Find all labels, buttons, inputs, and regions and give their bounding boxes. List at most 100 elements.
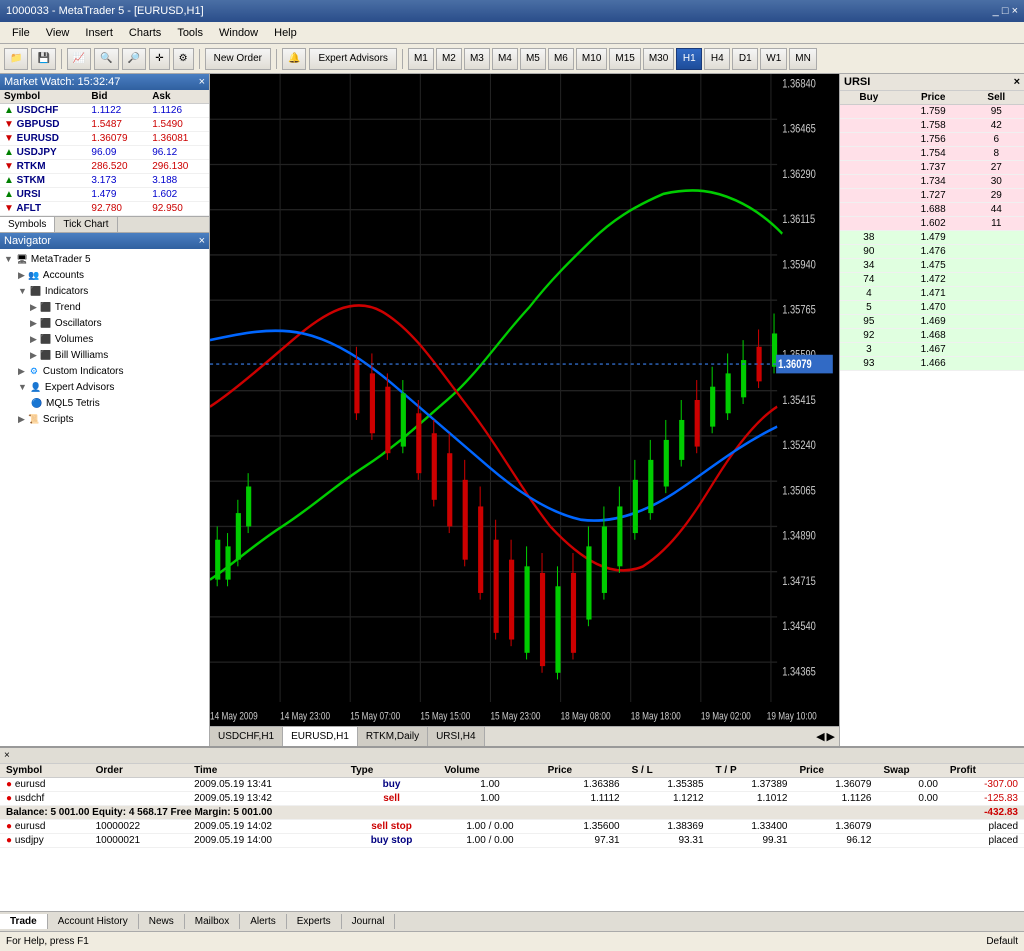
nav-expert-advisors[interactable]: ▼ 👤 Expert Advisors xyxy=(2,379,207,395)
tf-btn-m4[interactable]: M4 xyxy=(492,48,518,70)
market-watch-row[interactable]: ▼ AFLT 92.780 92.950 xyxy=(0,202,209,216)
bottom-close-btn[interactable]: × xyxy=(4,750,10,761)
toolbar-chart[interactable]: 📈 xyxy=(67,48,91,70)
mw-tab-symbols[interactable]: Symbols xyxy=(0,217,55,232)
tab-alerts[interactable]: Alerts xyxy=(240,914,287,929)
market-watch-row[interactable]: ▼ GBPUSD 1.5487 1.5490 xyxy=(0,118,209,132)
pending-order-row[interactable]: ● usdjpy 10000021 2009.05.19 14:00 buy s… xyxy=(0,834,1024,848)
market-watch-row[interactable]: ▼ EURUSD 1.36079 1.36081 xyxy=(0,132,209,146)
trade-price: 1.1112 xyxy=(542,792,626,806)
tab-experts[interactable]: Experts xyxy=(287,914,342,929)
chart-tab-ursi[interactable]: URSI,H4 xyxy=(428,727,484,746)
tf-btn-m10[interactable]: M10 xyxy=(576,48,607,70)
left-panel: Market Watch: 15:32:47 × Symbol Bid Ask … xyxy=(0,74,210,746)
minimize-btn[interactable]: _ xyxy=(993,5,999,17)
new-order-button[interactable]: New Order xyxy=(205,48,271,70)
window-controls: _ □ × xyxy=(993,5,1018,17)
nav-indicators[interactable]: ▼ ⬛ Indicators xyxy=(2,283,207,299)
svg-text:1.34890: 1.34890 xyxy=(782,530,816,543)
svg-text:1.35415: 1.35415 xyxy=(782,394,816,407)
tf-btn-m15[interactable]: M15 xyxy=(609,48,640,70)
toolbar-save[interactable]: 💾 xyxy=(31,48,55,70)
tf-btn-w1[interactable]: W1 xyxy=(760,48,787,70)
tf-btn-m2[interactable]: M2 xyxy=(436,48,462,70)
market-watch-row[interactable]: ▼ RTKM 286.520 296.130 xyxy=(0,160,209,174)
menu-tools[interactable]: Tools xyxy=(169,25,211,41)
nav-mql5-tetris[interactable]: 🔵 MQL5 Tetris xyxy=(2,395,207,411)
trade-row[interactable]: ● usdchf 2009.05.19 13:42 sell 1.00 1.11… xyxy=(0,792,1024,806)
nav-accounts[interactable]: ▶ 👥 Accounts xyxy=(2,267,207,283)
chart-tab-usdchf[interactable]: USDCHF,H1 xyxy=(210,727,283,746)
toolbar-crosshair[interactable]: ✛ xyxy=(149,48,169,70)
nav-custom-indicators[interactable]: ▶ ⚙ Custom Indicators xyxy=(2,363,207,379)
chart-tab-rtkm[interactable]: RTKM,Daily xyxy=(358,727,428,746)
nav-oscillators[interactable]: ▶ ⬛ Oscillators xyxy=(2,315,207,331)
market-watch-row[interactable]: ▲ USDJPY 96.09 96.12 xyxy=(0,146,209,160)
menu-insert[interactable]: Insert xyxy=(77,25,121,41)
tf-btn-m6[interactable]: M6 xyxy=(548,48,574,70)
ursi-row: 92 1.468 xyxy=(840,329,1024,343)
nav-volumes[interactable]: ▶ ⬛ Volumes xyxy=(2,331,207,347)
col-order: Order xyxy=(90,764,188,778)
ursi-row: 5 1.470 xyxy=(840,301,1024,315)
tab-journal[interactable]: Journal xyxy=(342,914,396,929)
nav-metatrader5[interactable]: ▼ 🖥 MetaTrader 5 xyxy=(2,251,207,267)
tab-news[interactable]: News xyxy=(139,914,185,929)
bill-williams-icon: ⬛ xyxy=(39,348,53,362)
close-btn[interactable]: × xyxy=(1012,5,1018,17)
nav-scripts[interactable]: ▶ 📜 Scripts xyxy=(2,411,207,427)
bottom-panel: × Symbol Order Time Type Volume Price S … xyxy=(0,746,1024,931)
menu-charts[interactable]: Charts xyxy=(121,25,169,41)
tf-btn-m30[interactable]: M30 xyxy=(643,48,674,70)
chart-canvas[interactable]: 1.36840 1.36465 1.36290 1.36115 1.35940 … xyxy=(210,74,839,726)
ursi-sell xyxy=(969,287,1024,301)
market-watch-row[interactable]: ▲ URSI 1.479 1.602 xyxy=(0,188,209,202)
tf-btn-h4[interactable]: H4 xyxy=(704,48,730,70)
market-watch-close[interactable]: × xyxy=(199,76,205,88)
menu-view[interactable]: View xyxy=(38,25,78,41)
sep1 xyxy=(61,49,62,69)
navigator-header: Navigator × xyxy=(0,233,209,249)
tf-btn-h1[interactable]: H1 xyxy=(676,48,702,70)
tf-btn-m1[interactable]: M1 xyxy=(408,48,434,70)
tab-mailbox[interactable]: Mailbox xyxy=(185,914,240,929)
market-watch-row[interactable]: ▲ USDCHF 1.1122 1.1126 xyxy=(0,104,209,118)
tab-account-history[interactable]: Account History xyxy=(48,914,139,929)
menu-file[interactable]: File xyxy=(4,25,38,41)
chart-prev-arrow[interactable]: ◀ xyxy=(816,730,824,743)
chart-next-arrow[interactable]: ▶ xyxy=(827,730,835,743)
chart-tab-eurusd[interactable]: EURUSD,H1 xyxy=(283,727,358,746)
pending-order-row[interactable]: ● eurusd 10000022 2009.05.19 14:02 sell … xyxy=(0,820,1024,834)
mw-bid: 1.5487 xyxy=(87,118,148,132)
nav-bill-williams[interactable]: ▶ ⬛ Bill Williams xyxy=(2,347,207,363)
toolbar-zoom-in[interactable]: 🔍 xyxy=(94,48,118,70)
expert-advisors-button[interactable]: Expert Advisors xyxy=(309,48,396,70)
tf-btn-d1[interactable]: D1 xyxy=(732,48,758,70)
toolbar-alert[interactable]: 🔔 xyxy=(282,48,306,70)
svg-text:1.35940: 1.35940 xyxy=(782,258,816,271)
menu-help[interactable]: Help xyxy=(266,25,305,41)
trade-row[interactable]: ● eurusd 2009.05.19 13:41 buy 1.00 1.363… xyxy=(0,778,1024,792)
restore-btn[interactable]: □ xyxy=(1002,5,1009,17)
mw-ask: 92.950 xyxy=(148,202,209,216)
tf-btn-mn[interactable]: MN xyxy=(789,48,817,70)
toolbar-open[interactable]: 📁 xyxy=(4,48,28,70)
menu-window[interactable]: Window xyxy=(211,25,266,41)
mw-tab-tick-chart[interactable]: Tick Chart xyxy=(55,217,117,232)
col-price: Price xyxy=(542,764,626,778)
ursi-close[interactable]: × xyxy=(1014,76,1020,88)
col-sl: S / L xyxy=(626,764,710,778)
tab-trade[interactable]: Trade xyxy=(0,914,48,929)
nav-trend[interactable]: ▶ ⬛ Trend xyxy=(2,299,207,315)
mw-bid: 286.520 xyxy=(87,160,148,174)
market-watch-row[interactable]: ▲ STKM 3.173 3.188 xyxy=(0,174,209,188)
tf-btn-m3[interactable]: M3 xyxy=(464,48,490,70)
ursi-price: 1.759 xyxy=(898,105,969,119)
ursi-price: 1.688 xyxy=(898,203,969,217)
toolbar-zoom-out[interactable]: 🔎 xyxy=(122,48,146,70)
svg-text:19 May 02:00: 19 May 02:00 xyxy=(701,710,751,722)
bottom-tabs: Trade Account History News Mailbox Alert… xyxy=(0,911,1024,931)
toolbar-properties[interactable]: ⚙ xyxy=(173,48,194,70)
tf-btn-m5[interactable]: M5 xyxy=(520,48,546,70)
navigator-close[interactable]: × xyxy=(199,235,205,247)
